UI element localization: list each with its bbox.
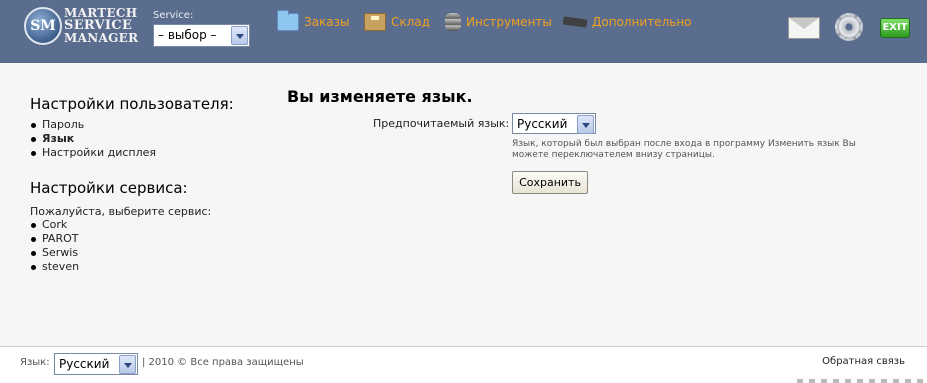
service-select-value: – выбор – [158,28,217,42]
nav-tools[interactable]: Инструменты [445,12,552,32]
language-select-value: Русский [517,117,568,131]
user-settings-list: Пароль Язык Настройки дисплея [30,118,156,160]
feedback-link[interactable]: Обратная связь [822,356,905,367]
box-icon [364,13,386,31]
footer-language-select[interactable]: Русский [54,353,138,375]
service-item-parot[interactable]: PAROT [30,232,79,246]
user-settings-title: Настройки пользователя: [30,95,234,113]
logo-badge: SM [24,7,62,45]
screwdriver-icon [562,16,588,28]
copyright-text: | 2010 © Все права защищены [142,357,304,368]
mail-icon[interactable] [788,17,820,39]
logo-text: MARTECH SERVICE MANAGER [64,7,138,44]
nav-warehouse[interactable]: Склад [364,12,430,32]
service-prompt: Пожалуйста, выберите сервис: [30,205,212,218]
nav-tools-label: Инструменты [466,15,552,29]
language-select[interactable]: Русский [512,113,596,134]
gear-icon[interactable] [835,13,863,41]
save-button[interactable]: Сохранить [512,171,588,194]
service-label: Service: [153,10,194,21]
logo-line-3: MANAGER [64,31,139,45]
nav-orders-label: Заказы [304,15,350,29]
main-content: Настройки пользователя: Пароль Язык Наст… [0,63,927,346]
nav-orders[interactable]: Заказы [277,10,350,32]
link-password[interactable]: Пароль [30,118,156,132]
footer-language-value: Русский [59,357,110,371]
database-icon [445,13,461,31]
footer-language-label: Язык: [20,357,50,368]
chevron-down-icon[interactable] [119,355,136,374]
service-select[interactable]: – выбор – [153,24,250,47]
link-display-settings[interactable]: Настройки дисплея [30,146,156,160]
chevron-down-icon[interactable] [577,115,594,134]
folder-icon [277,10,299,31]
service-item-serwis[interactable]: Serwis [30,246,79,260]
language-help-text: Язык, который был выбран после входа в п… [512,139,856,160]
app-logo[interactable]: SM MARTECH SERVICE MANAGER [24,7,138,49]
chevron-down-icon[interactable] [231,26,248,45]
link-language[interactable]: Язык [30,132,156,146]
service-settings-title: Настройки сервиса: [30,179,188,197]
preferred-language-label: Предпочитаемый язык: [373,117,510,130]
page-title: Вы изменяете язык. [287,87,473,106]
top-header: SM MARTECH SERVICE MANAGER Service: – вы… [0,0,927,63]
service-item-steven[interactable]: steven [30,260,79,274]
nav-extra[interactable]: Дополнительно [562,12,692,32]
footer: Язык: Русский | 2010 © Все права защищен… [0,346,927,383]
nav-warehouse-label: Склад [391,15,430,29]
exit-button[interactable]: EXIT [880,18,910,38]
service-list: Cork PAROT Serwis steven [30,218,79,274]
nav-extra-label: Дополнительно [592,15,692,29]
scrollbar-strip [797,379,927,383]
service-item-cork[interactable]: Cork [30,218,79,232]
